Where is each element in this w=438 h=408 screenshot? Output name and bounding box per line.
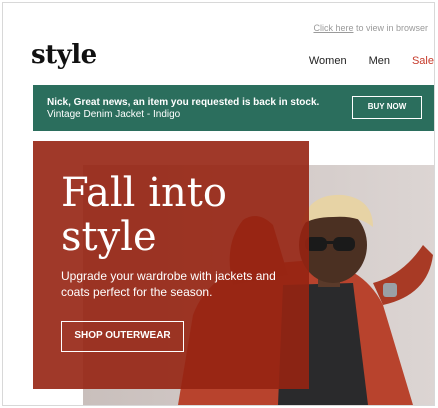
view-in-browser: Click here to view in browser [313,23,428,33]
hero-headline-line-1: Fall into [61,170,227,216]
shop-outerwear-button[interactable]: SHOP OUTERWEAR [61,321,184,352]
hero-subcopy: Upgrade your wardrobe with jackets and c… [61,269,276,299]
banner-product-name: Vintage Denim Jacket - Indigo [47,109,181,120]
nav-item-women[interactable]: Women [309,55,347,67]
view-in-browser-link[interactable]: Click here [313,23,353,33]
nav-item-sale[interactable]: Sale [412,55,434,67]
main-nav: Women Men Sale [287,55,434,67]
email-frame: Click here to view in browser style Wome… [2,2,435,406]
hero-headline: Fall into style [61,171,227,259]
view-in-browser-text: to view in browser [353,23,428,33]
banner-headline: Nick, Great news, an item you requested … [47,97,320,108]
logo[interactable]: style [31,40,97,70]
nav-item-men[interactable]: Men [369,55,390,67]
hero-headline-line-2: style [61,214,157,260]
banner-message: Nick, Great news, an item you requested … [47,97,319,121]
back-in-stock-banner: Nick, Great news, an item you requested … [33,85,434,131]
hero: Fall into style Upgrade your wardrobe wi… [33,141,434,405]
buy-now-button[interactable]: BUY NOW [352,96,422,119]
